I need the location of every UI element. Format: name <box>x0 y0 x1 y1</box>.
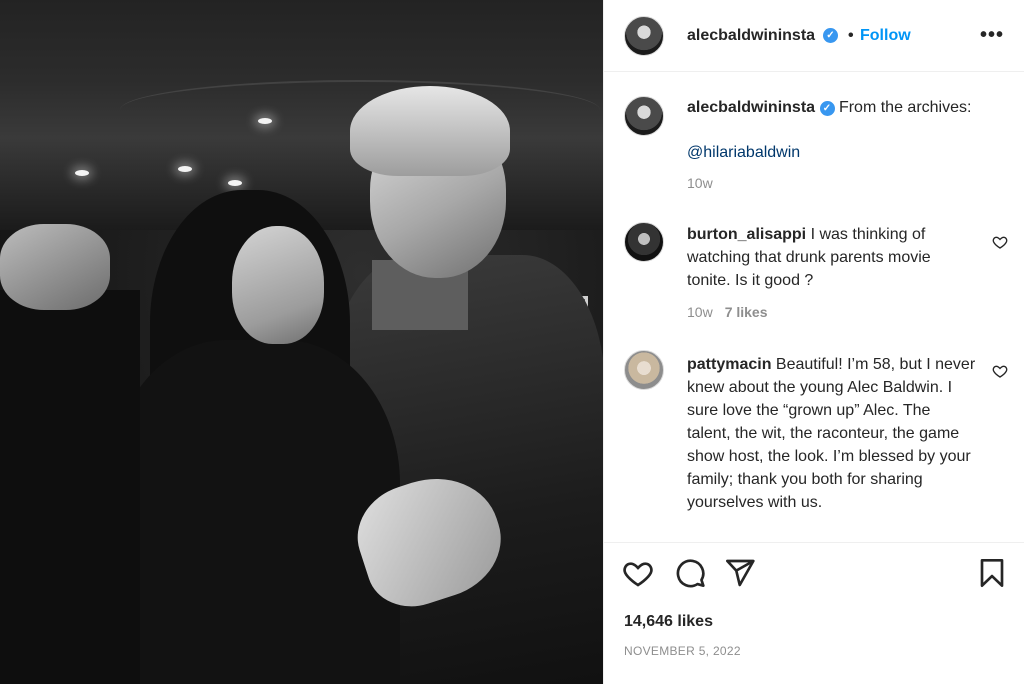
comment-like-heart-icon[interactable] <box>992 363 1008 379</box>
post-side-panel: alecbaldwininsta ✓ • Follow ••• alecbald… <box>603 0 1024 684</box>
post-photo[interactable] <box>0 0 603 684</box>
ceiling-light <box>258 118 272 124</box>
likes-count[interactable]: 14,646 likes <box>624 613 713 631</box>
caption-body: From the archives: <box>838 99 972 116</box>
ceiling-light <box>178 166 192 172</box>
heart-icon[interactable] <box>622 557 654 589</box>
comment-icon[interactable] <box>674 557 706 589</box>
comment-username[interactable]: burton_alisappi <box>687 226 806 243</box>
arm-sleeve <box>0 290 140 684</box>
comment-text: burton_alisappi I was thinking of watchi… <box>687 223 977 292</box>
caption-timestamp[interactable]: 10w <box>687 175 713 191</box>
comment-like-heart-icon[interactable] <box>992 234 1008 250</box>
comment-avatar[interactable] <box>624 222 664 262</box>
post-header: alecbaldwininsta ✓ • Follow ••• <box>604 0 1024 72</box>
caption-text: alecbaldwininsta ✓ From the archives: <box>687 96 1007 119</box>
author-username[interactable]: alecbaldwininsta <box>687 27 815 45</box>
more-options-icon[interactable]: ••• <box>980 24 1004 47</box>
paper-plane-icon[interactable] <box>724 557 756 589</box>
comment-meta: 10w 7 likes <box>687 304 768 320</box>
man-hair <box>350 86 510 176</box>
separator-dot: • <box>848 27 854 44</box>
comments-list[interactable]: alecbaldwininsta ✓ From the archives: @h… <box>604 72 1024 542</box>
comment-username[interactable]: pattymacin <box>687 356 771 373</box>
caption-avatar[interactable] <box>624 96 664 136</box>
comment-avatar[interactable] <box>624 350 664 390</box>
woman-face <box>232 226 324 344</box>
post-date[interactable]: NOVEMBER 5, 2022 <box>624 644 741 658</box>
caption-time: 10w <box>687 175 713 191</box>
comment-timestamp[interactable]: 10w <box>687 304 713 320</box>
caption-mention-link[interactable]: @hilariabaldwin <box>687 144 800 162</box>
verified-badge-icon: ✓ <box>823 28 838 43</box>
author-avatar[interactable] <box>624 16 664 56</box>
ceiling-light <box>228 180 242 186</box>
post-actions-footer: 14,646 likes NOVEMBER 5, 2022 <box>604 542 1024 684</box>
ceiling-light <box>75 170 89 176</box>
raised-hand <box>0 224 110 310</box>
bookmark-icon[interactable] <box>976 557 1008 589</box>
comment-likes[interactable]: 7 likes <box>725 304 768 320</box>
verified-badge-icon: ✓ <box>819 101 835 116</box>
comment-body: Beautiful! I’m 58, but I never knew abou… <box>687 356 976 511</box>
follow-button[interactable]: Follow <box>860 27 911 45</box>
woman-sweater <box>110 340 400 684</box>
caption-username[interactable]: alecbaldwininsta <box>687 99 815 116</box>
comment-text: pattymacin Beautiful! I’m 58, but I neve… <box>687 353 977 514</box>
